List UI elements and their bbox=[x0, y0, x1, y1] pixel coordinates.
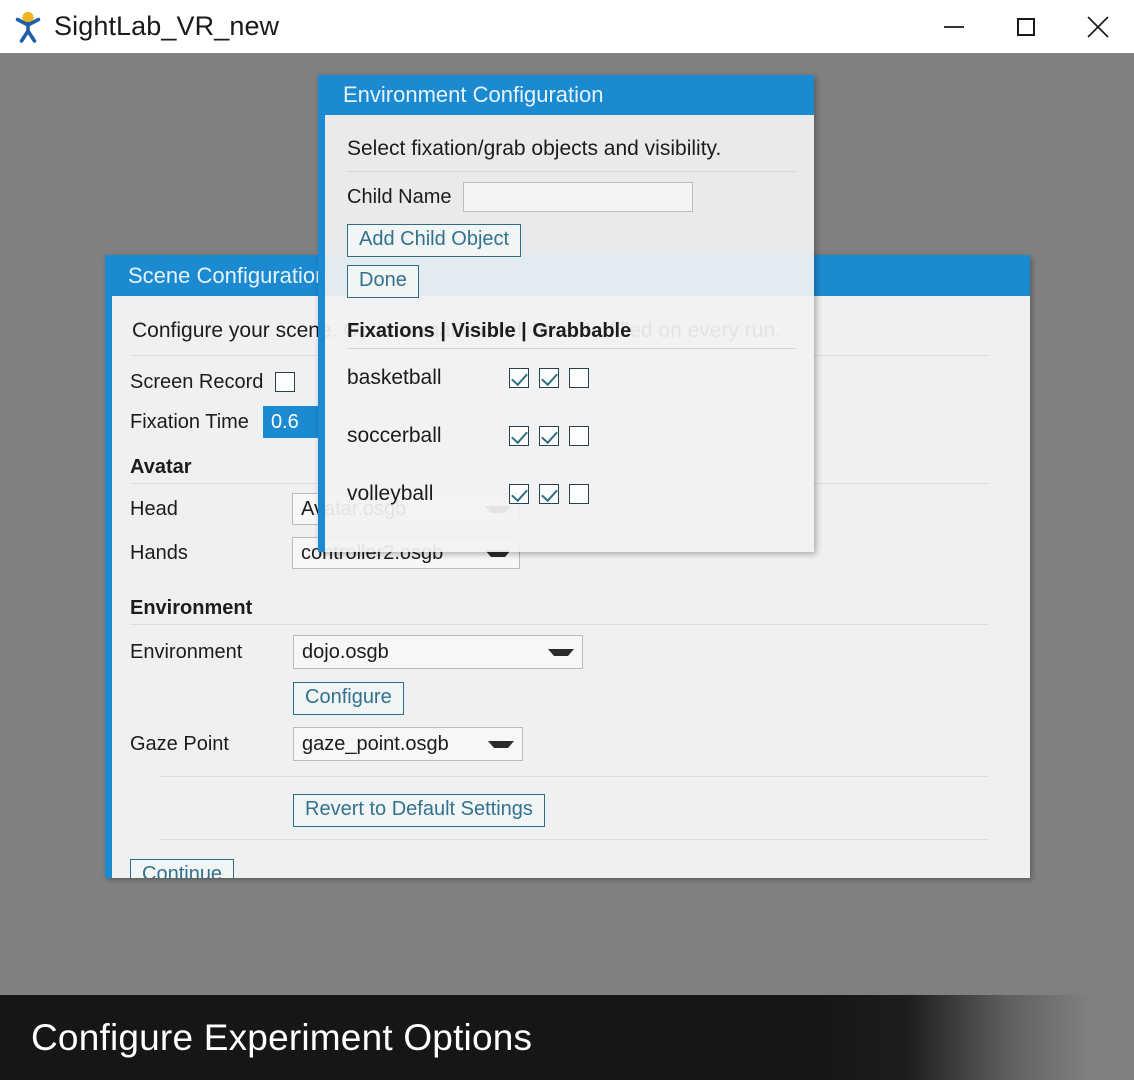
grabbable-checkbox[interactable] bbox=[569, 484, 589, 504]
child-name-label: Child Name bbox=[347, 185, 452, 208]
head-label: Head bbox=[130, 497, 178, 520]
close-icon[interactable] bbox=[1062, 0, 1134, 53]
configure-button[interactable]: Configure bbox=[293, 681, 404, 715]
environment-label: Environment bbox=[130, 640, 243, 663]
env-dialog-title: Environment Configuration bbox=[318, 75, 814, 115]
continue-button[interactable]: Continue bbox=[130, 858, 235, 878]
revert-to-default-button[interactable]: Revert to Default Settings bbox=[293, 793, 545, 827]
table-row: volleyball bbox=[347, 465, 796, 523]
screen-record-checkbox[interactable] bbox=[275, 372, 296, 392]
fixation-time-input[interactable]: 0.6 bbox=[262, 406, 319, 438]
object-name: soccerball bbox=[347, 424, 442, 447]
visible-checkbox[interactable] bbox=[539, 368, 559, 388]
window-controls bbox=[918, 0, 1134, 53]
screen-record-label: Screen Record bbox=[130, 370, 264, 393]
maximize-icon[interactable] bbox=[990, 0, 1062, 53]
gaze-point-dropdown[interactable]: gaze_point.osgb bbox=[293, 727, 523, 761]
screen: SightLab_VR_new Scene Configuration Conf… bbox=[0, 0, 1134, 1080]
grabbable-checkbox[interactable] bbox=[569, 426, 589, 446]
environment-configuration-dialog: Environment Configuration Select fixatio… bbox=[318, 75, 814, 552]
child-name-row: Child Name bbox=[347, 182, 796, 212]
visible-checkbox[interactable] bbox=[539, 426, 559, 446]
object-name: basketball bbox=[347, 366, 442, 389]
sightlab-logo-icon bbox=[11, 10, 45, 44]
grabbable-checkbox[interactable] bbox=[569, 368, 589, 388]
window-titlebar: SightLab_VR_new bbox=[0, 0, 1134, 53]
gaze-point-label: Gaze Point bbox=[130, 732, 229, 755]
table-row: basketball bbox=[347, 349, 796, 407]
add-child-object-button[interactable]: Add Child Object bbox=[347, 224, 522, 257]
fixation-checkbox[interactable] bbox=[509, 368, 529, 388]
environment-row: Environment dojo.osgb bbox=[130, 628, 988, 676]
fixation-checkbox[interactable] bbox=[509, 484, 529, 504]
divider bbox=[160, 839, 988, 840]
fixation-time-label: Fixation Time bbox=[130, 410, 249, 433]
gaze-point-row: Gaze Point gaze_point.osgb bbox=[130, 720, 988, 768]
done-row: Done bbox=[347, 265, 796, 298]
fixations-table-heading: Fixations | Visible | Grabbable bbox=[347, 320, 796, 349]
minimize-icon[interactable] bbox=[918, 0, 990, 53]
add-child-row: Add Child Object bbox=[347, 224, 796, 257]
environment-dropdown-value: dojo.osgb bbox=[302, 640, 389, 663]
caption-bar: Configure Experiment Options bbox=[0, 995, 1134, 1080]
table-row: soccerball bbox=[347, 407, 796, 465]
gaze-point-dropdown-value: gaze_point.osgb bbox=[302, 732, 449, 755]
divider bbox=[160, 776, 988, 777]
hands-label: Hands bbox=[130, 541, 188, 564]
visible-checkbox[interactable] bbox=[539, 484, 559, 504]
fixation-checkbox[interactable] bbox=[509, 426, 529, 446]
app-title: SightLab_VR_new bbox=[54, 11, 280, 41]
revert-row: Revert to Default Settings bbox=[130, 787, 988, 833]
done-button[interactable]: Done bbox=[347, 265, 419, 298]
chevron-down-icon bbox=[548, 648, 574, 656]
environment-section-heading: Environment bbox=[130, 575, 988, 625]
object-name: volleyball bbox=[347, 482, 434, 505]
environment-dropdown[interactable]: dojo.osgb bbox=[293, 635, 583, 669]
env-description: Select fixation/grab objects and visibil… bbox=[347, 129, 796, 172]
child-name-input[interactable] bbox=[463, 182, 694, 212]
env-dialog-body: Select fixation/grab objects and visibil… bbox=[318, 115, 814, 552]
continue-row: Continue bbox=[130, 852, 988, 878]
chevron-down-icon bbox=[488, 740, 514, 748]
caption-text: Configure Experiment Options bbox=[31, 1016, 533, 1058]
configure-row: Configure bbox=[130, 676, 988, 720]
